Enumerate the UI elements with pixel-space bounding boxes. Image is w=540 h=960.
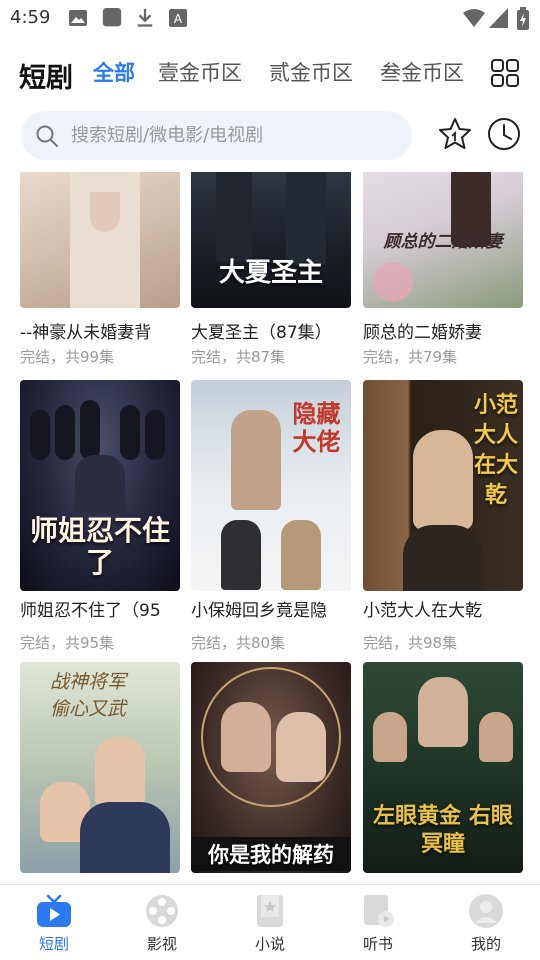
nav-label: 小说 [254, 935, 285, 953]
episode-count: 完结，共99集 [20, 348, 115, 366]
star-favorites-icon[interactable] [437, 116, 473, 152]
poster-image: 大夏圣主 [191, 172, 351, 308]
poster-image: 你是我的解药 [191, 662, 351, 873]
poster-image: 左眼黄金 右眼冥瞳 [363, 662, 523, 873]
poster-title-text: 大夏圣主 [218, 258, 323, 288]
poster-image: 战神将军 偷心又武 [20, 662, 180, 873]
nav-label: 我的 [470, 935, 501, 953]
poster-title-text: 左眼黄金 右眼冥瞳 [373, 803, 513, 857]
nav-audiobook[interactable]: 听书 [324, 885, 432, 960]
tab-one-coin[interactable]: 壹金币区 [158, 57, 242, 87]
drama-card[interactable]: 隐藏大佬 小保姆回乡竟是隐 完结，共80集 [191, 380, 351, 652]
download-icon [137, 8, 153, 27]
episode-count: 完结，共95集 [20, 634, 115, 652]
drama-card[interactable]: 左眼黄金 右眼冥瞳 [363, 662, 523, 884]
drama-title: 小保姆回乡竟是隐 [191, 601, 327, 621]
signal-icon [489, 8, 508, 28]
nav-novel[interactable]: 小说 [216, 885, 324, 960]
bottom-navigation: 短剧 影视 小说 听书 我的 [0, 884, 540, 960]
short-drama-tv-icon [37, 894, 71, 927]
drama-title: 师姐忍不住了（95 [20, 601, 161, 621]
tab-two-coin[interactable]: 贰金币区 [269, 57, 353, 87]
book-icon [257, 895, 283, 927]
poster-image: 顾总的二婚娇妻 [363, 172, 523, 308]
svg-text:A: A [174, 12, 183, 26]
drama-card[interactable]: 小范大人在大乾 小范大人在大乾 完结，共98集 [363, 380, 523, 652]
search-icon [36, 125, 58, 147]
search-input[interactable] [71, 111, 401, 160]
drama-card[interactable]: 顾总的二婚娇妻 顾总的二婚娇妻 完结，共79集 [363, 172, 523, 366]
drama-card[interactable]: 战神将军 偷心又武 [20, 662, 180, 884]
drama-card[interactable]: 你是我的解药 [191, 662, 351, 884]
drama-title: --神豪从未婚妻背 [20, 323, 152, 343]
nav-label: 听书 [362, 935, 393, 953]
font-notification-icon: A [169, 9, 187, 27]
page-title: 短剧 [19, 63, 73, 94]
poster-image [20, 172, 180, 308]
drama-grid: --神豪从未婚妻背 完结，共99集 大夏圣主 大夏圣主（87集） 完结，共87集… [0, 172, 540, 884]
tab-all[interactable]: 全部 [93, 57, 135, 87]
nav-short-drama[interactable]: 短剧 [0, 885, 108, 960]
poster-title-text: 小范大人在大乾 [473, 392, 518, 508]
drama-title: 大夏圣主（87集） [191, 323, 332, 343]
film-reel-icon [146, 895, 178, 927]
app-notification-icon [102, 8, 122, 27]
episode-count: 完结，共79集 [363, 348, 458, 366]
status-time: 4:59 [10, 7, 51, 28]
user-profile-icon [469, 894, 503, 928]
image-notification-icon [69, 10, 87, 26]
status-bar: 4:59 A [0, 0, 540, 36]
poster-title-text: 顾总的二婚娇妻 [383, 232, 503, 252]
nav-video[interactable]: 影视 [108, 885, 216, 960]
poster-image: 隐藏大佬 [191, 380, 351, 591]
audiobook-icon [364, 895, 394, 927]
drama-title: 顾总的二婚娇妻 [363, 323, 482, 343]
poster-image: 师姐忍不住了 [20, 380, 180, 591]
header-bar: 短剧 全部 壹金币区 贰金币区 叁金币区 [0, 50, 540, 98]
nav-profile[interactable]: 我的 [432, 885, 540, 960]
episode-count: 完结，共98集 [363, 634, 458, 652]
episode-count: 完结，共80集 [191, 634, 286, 652]
poster-title-text: 你是我的解药 [191, 837, 351, 871]
episode-count: 完结，共87集 [191, 348, 286, 366]
poster-image: 小范大人在大乾 [363, 380, 523, 591]
drama-card[interactable]: --神豪从未婚妻背 完结，共99集 [20, 172, 180, 366]
drama-title: 小范大人在大乾 [363, 601, 482, 621]
nav-label: 短剧 [38, 935, 69, 953]
category-grid-icon[interactable] [490, 58, 520, 88]
poster-title-text: 隐藏大佬 [292, 399, 341, 456]
battery-charging-icon [517, 7, 529, 30]
wifi-icon [463, 9, 485, 27]
tab-three-coin[interactable]: 叁金币区 [380, 57, 464, 87]
nav-label: 影视 [146, 935, 177, 953]
search-bar[interactable] [21, 111, 412, 160]
poster-title-text: 师姐忍不住了 [30, 514, 171, 579]
history-clock-icon[interactable] [486, 116, 522, 152]
drama-card[interactable]: 师姐忍不住了 师姐忍不住了（95 完结，共95集 [20, 380, 180, 652]
drama-card[interactable]: 大夏圣主 大夏圣主（87集） 完结，共87集 [191, 172, 351, 366]
